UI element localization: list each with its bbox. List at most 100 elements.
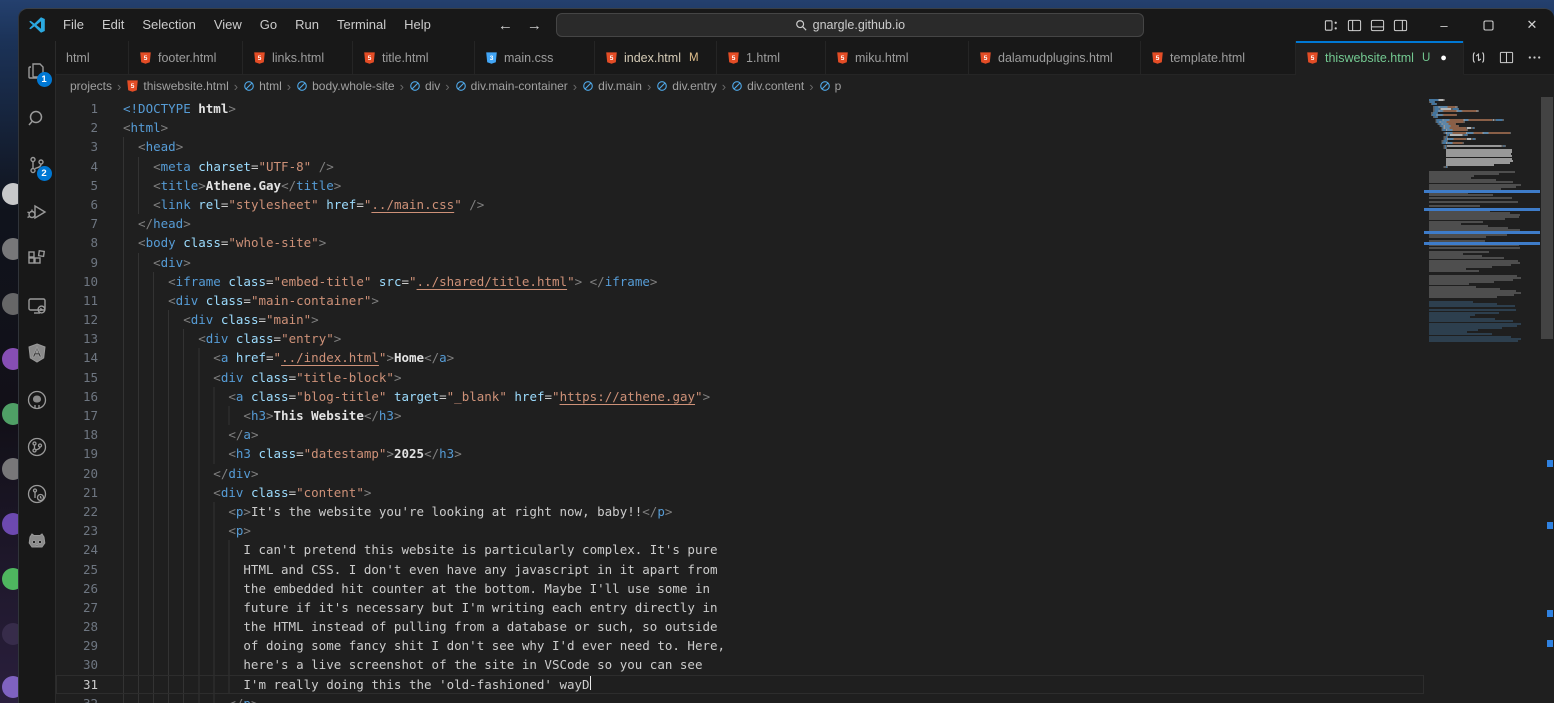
line-number: 29 — [56, 636, 98, 655]
git-status-U: U — [1422, 52, 1430, 64]
toggle-secondary-sidebar-icon[interactable] — [1393, 18, 1408, 33]
minimap[interactable] — [1424, 97, 1540, 703]
badge: 2 — [37, 166, 52, 181]
code-content[interactable]: 1<!DOCTYPE html>2<html>3<head>4<meta cha… — [56, 97, 1424, 703]
menu-view[interactable]: View — [205, 14, 251, 36]
line-number: 12 — [56, 310, 98, 329]
menu-terminal[interactable]: Terminal — [328, 14, 395, 36]
symbol-icon — [819, 80, 831, 92]
close-button[interactable]: ✕ — [1510, 9, 1554, 41]
code-line-23: 23<p> — [56, 521, 1424, 540]
minimap-highlight-bar — [1424, 208, 1540, 211]
line-number: 10 — [56, 272, 98, 291]
toggle-primary-sidebar-icon[interactable] — [1347, 18, 1362, 33]
chevron-right-icon: › — [445, 79, 449, 94]
tab-miku.html[interactable]: 5miku.html — [826, 41, 969, 74]
title-bar: FileEditSelectionViewGoRunTerminalHelp ←… — [19, 9, 1554, 41]
menu-file[interactable]: File — [54, 14, 93, 36]
activitybar-item-source-control[interactable]: 2 — [19, 141, 56, 188]
minimap-highlight-bar — [1424, 190, 1540, 193]
tab-thiswebsite.html[interactable]: 5thiswebsite.htmlU● — [1296, 41, 1464, 75]
code-line-12: 12<div class="main"> — [56, 310, 1424, 329]
menu-edit[interactable]: Edit — [93, 14, 133, 36]
activitybar-item-explorer[interactable]: 1 — [19, 47, 56, 94]
tab-template.html[interactable]: 5template.html — [1141, 41, 1296, 74]
code-line-16: 16<a class="blog-title" target="_blank" … — [56, 387, 1424, 406]
tab-dalamudplugins.html[interactable]: 5dalamudplugins.html — [969, 41, 1141, 74]
scrollbar-thumb[interactable] — [1541, 97, 1553, 339]
tab-html[interactable]: html — [56, 41, 129, 74]
text-cursor — [590, 675, 592, 690]
tab-bar: html5footer.html5links.html5title.html3m… — [56, 41, 1554, 75]
unsaved-dot-icon[interactable]: ● — [1440, 52, 1447, 64]
breadcrumb-label: body.whole-site — [312, 79, 395, 93]
activitybar-item-godot-tools[interactable] — [19, 517, 56, 564]
back-icon[interactable]: ← — [498, 17, 513, 34]
menu-help[interactable]: Help — [395, 14, 440, 36]
breadcrumb-item-body.whole-site[interactable]: body.whole-site — [296, 79, 395, 93]
tab-label: thiswebsite.html — [1325, 51, 1414, 65]
activitybar-item-search[interactable] — [19, 94, 56, 141]
html-file-icon: 5 — [139, 51, 152, 65]
breadcrumb-item-html[interactable]: html — [243, 79, 282, 93]
breadcrumb-item-div.main-container[interactable]: div.main-container — [455, 79, 568, 93]
code-line-21: 21<div class="content"> — [56, 483, 1424, 502]
code-line-8: 8<body class="whole-site"> — [56, 233, 1424, 252]
customize-layout-icon[interactable] — [1324, 18, 1339, 33]
minimap-line — [1429, 305, 1515, 307]
overview-ruler-marker — [1547, 610, 1553, 617]
tab-label: dalamudplugins.html — [998, 51, 1113, 65]
chevron-right-icon: › — [647, 79, 651, 94]
breadcrumb-label: div.content — [747, 79, 804, 93]
html-file-icon: 5 — [836, 51, 849, 65]
breadcrumb-item-projects[interactable]: projects — [70, 79, 112, 93]
chevron-right-icon: › — [117, 79, 121, 94]
line-number: 24 — [56, 540, 98, 559]
breadcrumb-item-thiswebsite.html[interactable]: 5thiswebsite.html — [126, 79, 228, 93]
code-editor[interactable]: 1<!DOCTYPE html>2<html>3<head>4<meta cha… — [56, 97, 1554, 703]
menu-selection[interactable]: Selection — [133, 14, 204, 36]
split-editor-icon[interactable] — [1494, 46, 1518, 70]
breadcrumb-item-div.content[interactable]: div.content — [731, 79, 804, 93]
breadcrumb-item-div.entry[interactable]: div.entry — [656, 79, 716, 93]
menu-run[interactable]: Run — [286, 14, 328, 36]
line-number: 17 — [56, 406, 98, 425]
more-actions-icon[interactable] — [1522, 46, 1546, 70]
tab-footer.html[interactable]: 5footer.html — [129, 41, 243, 74]
menu-go[interactable]: Go — [251, 14, 286, 36]
activitybar-item-git-graph[interactable] — [19, 423, 56, 470]
minimap-line — [1429, 166, 1448, 168]
toggle-panel-icon[interactable] — [1370, 18, 1385, 33]
chevron-right-icon: › — [400, 79, 404, 94]
activitybar-item-run-and-debug[interactable] — [19, 188, 56, 235]
breadcrumb-item-div[interactable]: div — [409, 79, 440, 93]
maximize-button[interactable] — [1466, 9, 1510, 41]
activitybar-item-github[interactable] — [19, 376, 56, 423]
tab-index.html[interactable]: 5index.htmlM — [595, 41, 717, 74]
activitybar-item-angular-extension[interactable] — [19, 329, 56, 376]
line-number: 8 — [56, 233, 98, 252]
minimize-button[interactable]: – — [1422, 9, 1466, 41]
tab-1.html[interactable]: 51.html — [717, 41, 826, 74]
html-file-icon: 5 — [1151, 51, 1164, 65]
tab-title.html[interactable]: 5title.html — [353, 41, 475, 74]
breadcrumb-item-p[interactable]: p — [819, 79, 842, 93]
tab-main.css[interactable]: 3main.css — [475, 41, 595, 74]
activitybar-item-remote-explorer[interactable] — [19, 282, 56, 329]
vertical-scrollbar[interactable] — [1540, 97, 1554, 703]
code-line-4: 4<meta charset="UTF-8" /> — [56, 157, 1424, 176]
tab-links.html[interactable]: 5links.html — [243, 41, 353, 74]
code-line-2: 2<html> — [56, 118, 1424, 137]
vscode-logo-icon — [28, 16, 46, 34]
activitybar-item-extensions[interactable] — [19, 235, 56, 282]
svg-text:5: 5 — [610, 55, 614, 62]
line-number: 18 — [56, 425, 98, 444]
code-line-32: 32</p> — [56, 694, 1424, 703]
breadcrumb-label: div.main-container — [471, 79, 568, 93]
command-center-search[interactable]: gnargle.github.io — [556, 13, 1144, 37]
code-line-10: 10<iframe class="embed-title" src="../sh… — [56, 272, 1424, 291]
forward-icon[interactable]: → — [527, 17, 542, 34]
activitybar-item-gitlens[interactable] — [19, 470, 56, 517]
breadcrumb-item-div.main[interactable]: div.main — [582, 79, 642, 93]
open-changes-icon[interactable] — [1466, 46, 1490, 70]
